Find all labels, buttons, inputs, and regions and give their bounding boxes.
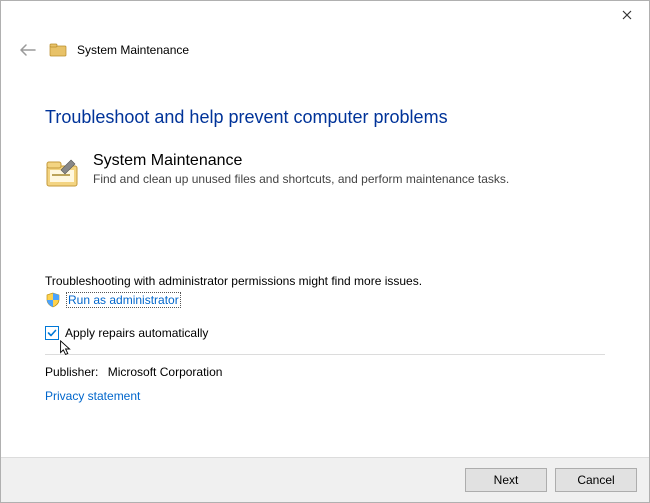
publisher-label: Publisher: — [45, 365, 98, 379]
publisher-row: Publisher: Microsoft Corporation — [45, 365, 605, 379]
section-title: System Maintenance — [93, 152, 509, 170]
admin-area: Troubleshooting with administrator permi… — [45, 274, 605, 308]
divider — [45, 354, 605, 355]
shield-icon — [45, 292, 61, 308]
admin-hint: Troubleshooting with administrator permi… — [45, 274, 605, 288]
privacy-row: Privacy statement — [45, 389, 605, 403]
back-arrow-icon — [19, 43, 37, 57]
next-button[interactable]: Next — [465, 468, 547, 492]
privacy-link[interactable]: Privacy statement — [45, 389, 140, 403]
apply-repairs-row: Apply repairs automatically — [45, 326, 605, 340]
maintenance-small-icon — [49, 41, 67, 59]
troubleshooter-window: System Maintenance Troubleshoot and help… — [0, 0, 650, 503]
maintenance-large-icon — [45, 156, 79, 190]
close-button[interactable] — [605, 1, 649, 29]
apply-repairs-checkbox[interactable] — [45, 326, 59, 340]
cursor-icon — [59, 340, 73, 358]
publisher-value: Microsoft Corporation — [108, 365, 223, 379]
cancel-button[interactable]: Cancel — [555, 468, 637, 492]
apply-repairs-label: Apply repairs automatically — [65, 326, 208, 340]
content-area: Troubleshoot and help prevent computer p… — [1, 71, 649, 457]
section-description: Find and clean up unused files and short… — [93, 172, 509, 186]
footer: Next Cancel — [1, 457, 649, 502]
header-title: System Maintenance — [77, 43, 189, 57]
run-as-admin-link[interactable]: Run as administrator — [67, 293, 180, 307]
close-icon — [622, 10, 632, 20]
back-button[interactable] — [17, 39, 39, 61]
header: System Maintenance — [1, 37, 649, 71]
checkmark-icon — [47, 328, 57, 338]
titlebar — [1, 1, 649, 37]
troubleshooter-section: System Maintenance Find and clean up unu… — [45, 152, 605, 190]
page-title: Troubleshoot and help prevent computer p… — [45, 107, 605, 128]
